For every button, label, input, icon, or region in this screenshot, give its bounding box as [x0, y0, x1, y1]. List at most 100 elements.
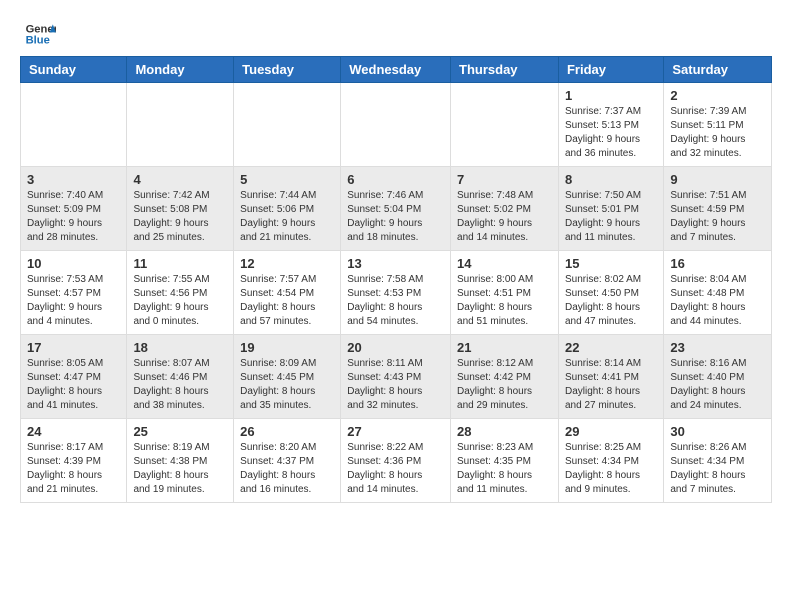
day-info: Sunrise: 7:50 AM Sunset: 5:01 PM Dayligh… [565, 189, 657, 245]
svg-text:Blue: Blue [26, 35, 50, 47]
day-info: Sunrise: 7:48 AM Sunset: 5:02 PM Dayligh… [457, 189, 552, 245]
day-info: Sunrise: 8:17 AM Sunset: 4:39 PM Dayligh… [27, 441, 120, 497]
day-number: 28 [457, 424, 552, 439]
day-info: Sunrise: 7:53 AM Sunset: 4:57 PM Dayligh… [27, 273, 120, 329]
logo: General Blue [24, 18, 56, 50]
calendar-cell: 2 Sunrise: 7:39 AM Sunset: 5:11 PM Daylig… [664, 83, 772, 167]
day-info: Sunrise: 8:20 AM Sunset: 4:37 PM Dayligh… [240, 441, 334, 497]
day-info: Sunrise: 8:16 AM Sunset: 4:40 PM Dayligh… [670, 357, 765, 413]
day-number: 12 [240, 256, 334, 271]
day-number: 16 [670, 256, 765, 271]
day-info: Sunrise: 8:23 AM Sunset: 4:35 PM Dayligh… [457, 441, 552, 497]
calendar-cell [451, 83, 559, 167]
calendar-cell: 25 Sunrise: 8:19 AM Sunset: 4:38 PM Dayli… [127, 419, 234, 503]
day-info: Sunrise: 8:11 AM Sunset: 4:43 PM Dayligh… [347, 357, 444, 413]
day-number: 4 [133, 172, 227, 187]
day-info: Sunrise: 8:12 AM Sunset: 4:42 PM Dayligh… [457, 357, 552, 413]
day-number: 15 [565, 256, 657, 271]
day-info: Sunrise: 7:51 AM Sunset: 4:59 PM Dayligh… [670, 189, 765, 245]
day-info: Sunrise: 8:07 AM Sunset: 4:46 PM Dayligh… [133, 357, 227, 413]
day-number: 1 [565, 88, 657, 103]
weekday-header-monday: Monday [127, 57, 234, 83]
day-info: Sunrise: 8:26 AM Sunset: 4:34 PM Dayligh… [670, 441, 765, 497]
weekday-header-thursday: Thursday [451, 57, 559, 83]
day-info: Sunrise: 8:19 AM Sunset: 4:38 PM Dayligh… [133, 441, 227, 497]
day-number: 8 [565, 172, 657, 187]
calendar-cell [127, 83, 234, 167]
calendar-cell: 27Sunrise: 8:22 AM Sunset: 4:36 PM Dayli… [341, 419, 451, 503]
day-info: Sunrise: 8:25 AM Sunset: 4:34 PM Dayligh… [565, 441, 657, 497]
week-row-4: 17 Sunrise: 8:05 AM Sunset: 4:47 PM Dayli… [21, 335, 772, 419]
calendar-cell: 8 Sunrise: 7:50 AM Sunset: 5:01 PM Daylig… [558, 167, 663, 251]
day-number: 26 [240, 424, 334, 439]
day-number: 21 [457, 340, 552, 355]
day-number: 2 [670, 88, 765, 103]
weekday-header-wednesday: Wednesday [341, 57, 451, 83]
day-number: 20 [347, 340, 444, 355]
day-info: Sunrise: 8:02 AM Sunset: 4:50 PM Dayligh… [565, 273, 657, 329]
day-info: Sunrise: 7:46 AM Sunset: 5:04 PM Dayligh… [347, 189, 444, 245]
day-number: 5 [240, 172, 334, 187]
calendar-cell: 12 Sunrise: 7:57 AM Sunset: 4:54 PM Dayli… [234, 251, 341, 335]
day-info: Sunrise: 8:05 AM Sunset: 4:47 PM Dayligh… [27, 357, 120, 413]
day-number: 23 [670, 340, 765, 355]
logo-icon: General Blue [24, 18, 56, 50]
calendar-cell: 29Sunrise: 8:25 AM Sunset: 4:34 PM Dayli… [558, 419, 663, 503]
calendar-table: SundayMondayTuesdayWednesdayThursdayFrid… [20, 56, 772, 503]
day-info: Sunrise: 7:44 AM Sunset: 5:06 PM Dayligh… [240, 189, 334, 245]
calendar-cell: 11 Sunrise: 7:55 AM Sunset: 4:56 PM Dayli… [127, 251, 234, 335]
day-info: Sunrise: 7:58 AM Sunset: 4:53 PM Dayligh… [347, 273, 444, 329]
week-row-5: 24 Sunrise: 8:17 AM Sunset: 4:39 PM Dayli… [21, 419, 772, 503]
calendar-cell: 13 Sunrise: 7:58 AM Sunset: 4:53 PM Dayli… [341, 251, 451, 335]
calendar-cell: 9 Sunrise: 7:51 AM Sunset: 4:59 PM Daylig… [664, 167, 772, 251]
day-info: Sunrise: 8:04 AM Sunset: 4:48 PM Dayligh… [670, 273, 765, 329]
day-number: 13 [347, 256, 444, 271]
calendar-cell: 7 Sunrise: 7:48 AM Sunset: 5:02 PM Daylig… [451, 167, 559, 251]
calendar-cell: 21 Sunrise: 8:12 AM Sunset: 4:42 PM Dayli… [451, 335, 559, 419]
calendar-cell: 30 Sunrise: 8:26 AM Sunset: 4:34 PM Dayli… [664, 419, 772, 503]
calendar-cell: 22 Sunrise: 8:14 AM Sunset: 4:41 PM Dayli… [558, 335, 663, 419]
calendar-cell: 5 Sunrise: 7:44 AM Sunset: 5:06 PM Daylig… [234, 167, 341, 251]
day-info: Sunrise: 8:00 AM Sunset: 4:51 PM Dayligh… [457, 273, 552, 329]
calendar-cell: 26 Sunrise: 8:20 AM Sunset: 4:37 PM Dayli… [234, 419, 341, 503]
calendar-wrapper: SundayMondayTuesdayWednesdayThursdayFrid… [0, 56, 792, 513]
day-info: Sunrise: 7:39 AM Sunset: 5:11 PM Dayligh… [670, 105, 765, 161]
day-number: 7 [457, 172, 552, 187]
calendar-cell [21, 83, 127, 167]
weekday-header-tuesday: Tuesday [234, 57, 341, 83]
calendar-cell: 20 Sunrise: 8:11 AM Sunset: 4:43 PM Dayli… [341, 335, 451, 419]
day-number: 3 [27, 172, 120, 187]
calendar-cell: 23 Sunrise: 8:16 AM Sunset: 4:40 PM Dayli… [664, 335, 772, 419]
day-info: Sunrise: 8:14 AM Sunset: 4:41 PM Dayligh… [565, 357, 657, 413]
calendar-cell: 18 Sunrise: 8:07 AM Sunset: 4:46 PM Dayli… [127, 335, 234, 419]
day-number: 9 [670, 172, 765, 187]
day-number: 14 [457, 256, 552, 271]
day-number: 18 [133, 340, 227, 355]
weekday-header-row: SundayMondayTuesdayWednesdayThursdayFrid… [21, 57, 772, 83]
calendar-cell: 3 Sunrise: 7:40 AM Sunset: 5:09 PM Daylig… [21, 167, 127, 251]
calendar-cell: 19Sunrise: 8:09 AM Sunset: 4:45 PM Dayli… [234, 335, 341, 419]
calendar-cell: 14 Sunrise: 8:00 AM Sunset: 4:51 PM Dayli… [451, 251, 559, 335]
day-number: 10 [27, 256, 120, 271]
day-info: Sunrise: 7:40 AM Sunset: 5:09 PM Dayligh… [27, 189, 120, 245]
week-row-3: 10 Sunrise: 7:53 AM Sunset: 4:57 PM Dayli… [21, 251, 772, 335]
day-number: 24 [27, 424, 120, 439]
page-header: General Blue [0, 0, 792, 56]
day-number: 22 [565, 340, 657, 355]
calendar-cell [341, 83, 451, 167]
day-number: 19 [240, 340, 334, 355]
calendar-cell: 6Sunrise: 7:46 AM Sunset: 5:04 PM Daylig… [341, 167, 451, 251]
day-info: Sunrise: 7:57 AM Sunset: 4:54 PM Dayligh… [240, 273, 334, 329]
calendar-cell: 16 Sunrise: 8:04 AM Sunset: 4:48 PM Dayli… [664, 251, 772, 335]
day-number: 30 [670, 424, 765, 439]
day-number: 25 [133, 424, 227, 439]
day-info: Sunrise: 7:55 AM Sunset: 4:56 PM Dayligh… [133, 273, 227, 329]
day-info: Sunrise: 7:37 AM Sunset: 5:13 PM Dayligh… [565, 105, 657, 161]
calendar-cell: 28 Sunrise: 8:23 AM Sunset: 4:35 PM Dayli… [451, 419, 559, 503]
day-number: 11 [133, 256, 227, 271]
week-row-1: 1 Sunrise: 7:37 AM Sunset: 5:13 PM Daylig… [21, 83, 772, 167]
day-info: Sunrise: 7:42 AM Sunset: 5:08 PM Dayligh… [133, 189, 227, 245]
day-number: 17 [27, 340, 120, 355]
calendar-cell: 24 Sunrise: 8:17 AM Sunset: 4:39 PM Dayli… [21, 419, 127, 503]
calendar-cell: 10 Sunrise: 7:53 AM Sunset: 4:57 PM Dayli… [21, 251, 127, 335]
